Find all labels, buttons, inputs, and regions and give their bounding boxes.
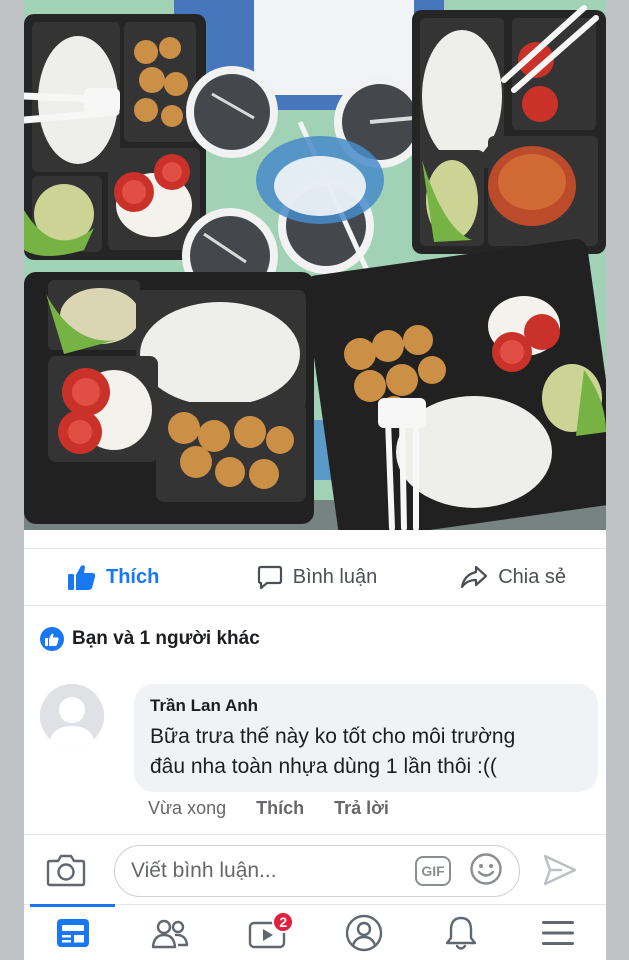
friends-icon xyxy=(151,919,188,948)
comment-composer: GIF xyxy=(24,834,606,904)
emoji-button[interactable] xyxy=(469,852,503,891)
post-photo[interactable] xyxy=(24,0,606,530)
news-feed-icon xyxy=(56,918,89,947)
lunch-boxes-photo xyxy=(24,0,606,530)
comment-like-button[interactable]: Thích xyxy=(256,798,304,819)
comment-author[interactable]: Trần Lan Anh xyxy=(150,696,582,716)
comment-label: Bình luận xyxy=(292,565,378,588)
like-label: Thích xyxy=(106,565,160,588)
hamburger-menu-icon xyxy=(541,920,574,945)
tab-news-feed[interactable] xyxy=(24,904,121,960)
tab-profile[interactable] xyxy=(315,905,412,960)
tab-notifications[interactable] xyxy=(412,905,509,960)
like-button[interactable]: Thích xyxy=(24,564,234,590)
comment-input[interactable] xyxy=(131,859,415,883)
bell-icon xyxy=(445,916,476,950)
share-label: Chia sẻ xyxy=(498,565,566,588)
comment-text: Bữa trưa thế này ko tốt cho môi trường đ… xyxy=(150,722,582,782)
share-icon xyxy=(461,565,488,589)
profile-icon xyxy=(345,914,382,951)
comment-icon xyxy=(257,565,282,590)
camera-icon xyxy=(46,854,86,887)
send-icon xyxy=(543,854,577,886)
like-reaction-icon xyxy=(40,627,64,651)
camera-button[interactable] xyxy=(46,853,86,892)
commenter-avatar[interactable] xyxy=(40,684,104,748)
post-action-bar: Thích Bình luận Chia sẻ xyxy=(24,548,606,606)
tab-menu[interactable] xyxy=(509,905,606,960)
send-button[interactable] xyxy=(542,853,578,892)
watch-notification-badge: 2 xyxy=(272,911,295,933)
tab-watch[interactable]: 2 xyxy=(218,905,315,960)
default-avatar-icon xyxy=(40,684,104,748)
bottom-tab-bar: 2 xyxy=(24,904,606,960)
share-button[interactable]: Chia sẻ xyxy=(400,565,606,589)
comment-button[interactable]: Bình luận xyxy=(234,564,400,590)
comment-text-line: Bữa trưa thế này ko tốt cho môi trường xyxy=(150,725,516,748)
reactions-text: Bạn và 1 người khác xyxy=(72,628,260,649)
tab-friends[interactable] xyxy=(121,905,218,960)
comment-meta: Vừa xong Thích Trả lời xyxy=(148,798,389,819)
comment-input-box[interactable]: GIF xyxy=(114,845,520,897)
comment-bubble[interactable]: Trần Lan Anh Bữa trưa thế này ko tốt cho… xyxy=(134,684,598,792)
phone-screen: Thích Bình luận Chia sẻ Bạn và 1 người k… xyxy=(24,0,606,960)
comment-text-line: đâu nha toàn nhựa dùng 1 lần thôi :(( xyxy=(150,755,497,778)
smiley-icon xyxy=(470,852,502,885)
reactions-summary[interactable]: Bạn và 1 người khác xyxy=(40,627,260,651)
gif-button[interactable]: GIF xyxy=(415,856,451,886)
thumbs-up-icon xyxy=(68,565,96,590)
comment-reply-button[interactable]: Trả lời xyxy=(334,798,389,819)
comment-time: Vừa xong xyxy=(148,798,227,818)
